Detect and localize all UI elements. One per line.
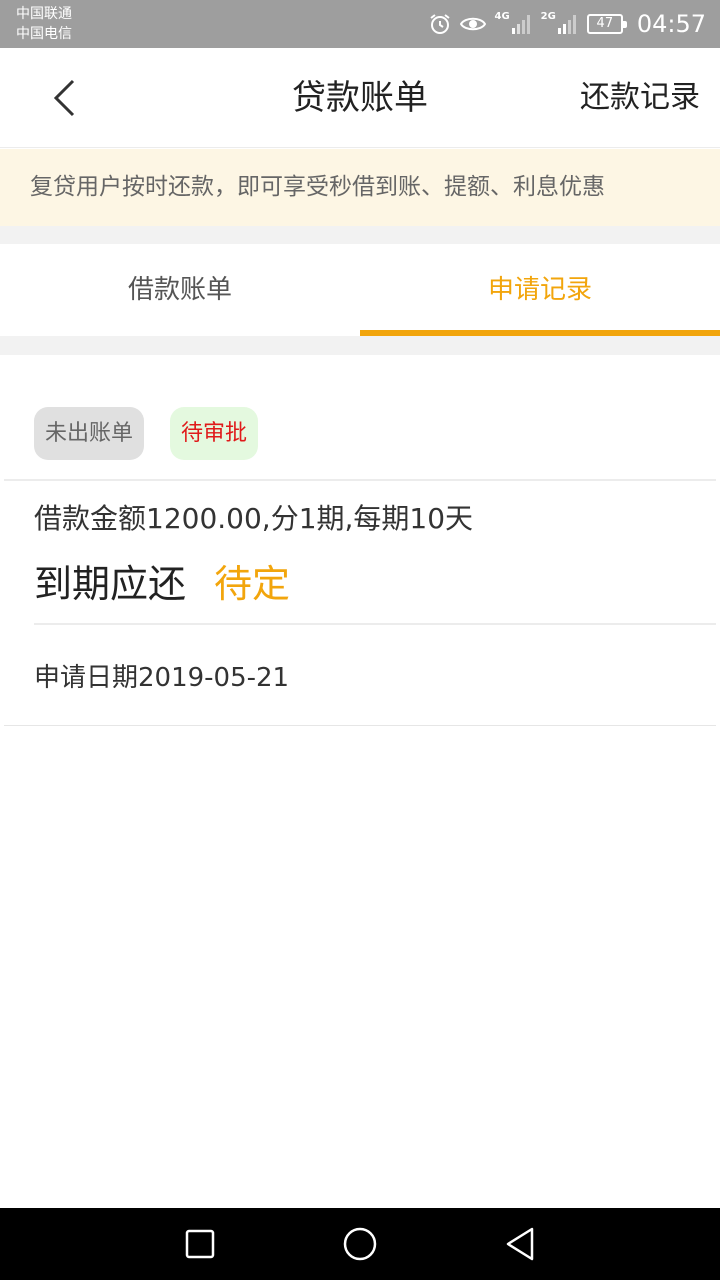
section-divider [0,336,720,355]
recents-square-icon [185,1229,215,1259]
chevron-left-icon [53,79,75,117]
home-button[interactable] [340,1224,380,1264]
signal-icon: 4G [494,10,532,35]
notice-banner: 复贷用户按时还款，即可享受秒借到账、提额、利息优惠 [0,149,720,226]
home-circle-icon [343,1227,377,1261]
due-value: 待定 [214,562,291,606]
network-type-1: 4G [494,10,510,22]
tab-bar: 借款账单 申请记录 [0,244,720,336]
back-button[interactable] [40,73,90,123]
alarm-icon [428,12,452,36]
status-time: 04:57 [636,10,706,38]
application-record-card[interactable]: 未出账单 待审批 借款金额1200.00,分1期,每期10天 到期应还 待定 申请… [0,355,720,727]
carrier-2: 中国电信 [16,26,72,42]
carrier-info: 中国联通 中国电信 [16,4,72,44]
loan-description: 借款金额1200.00,分1期,每期10天 [34,502,474,535]
status-bar: 中国联通 中国电信 4G 2G 47 04:57 [0,0,720,48]
recents-button[interactable] [180,1224,220,1264]
battery-icon: 47 [586,14,627,34]
due-row: 到期应还 待定 [34,553,290,608]
tab-loan-bills[interactable]: 借款账单 [0,244,360,336]
system-back-button[interactable] [500,1224,540,1264]
due-label: 到期应还 [34,562,187,606]
carrier-1: 中国联通 [16,6,72,22]
eye-icon [460,14,487,34]
notice-text: 复贷用户按时还款，即可享受秒借到账、提额、利息优惠 [30,174,605,200]
status-icons: 4G 2G 47 04:57 [428,0,706,48]
apply-date: 申请日期2019-05-21 [34,663,290,693]
navigation-bar [0,1208,720,1280]
divider [4,725,716,726]
bill-status-badge: 未出账单 [34,407,145,460]
repayment-records-link[interactable]: 还款记录 [580,48,700,148]
back-triangle-icon [506,1227,534,1261]
app-header: 贷款账单 还款记录 [0,48,720,148]
approval-status-badge: 待审批 [170,407,259,460]
divider [34,623,716,625]
divider [4,479,716,481]
section-divider [0,226,720,244]
tab-application-records[interactable]: 申请记录 [360,244,720,336]
signal-icon: 2G [540,10,579,35]
network-type-2: 2G [540,10,556,22]
